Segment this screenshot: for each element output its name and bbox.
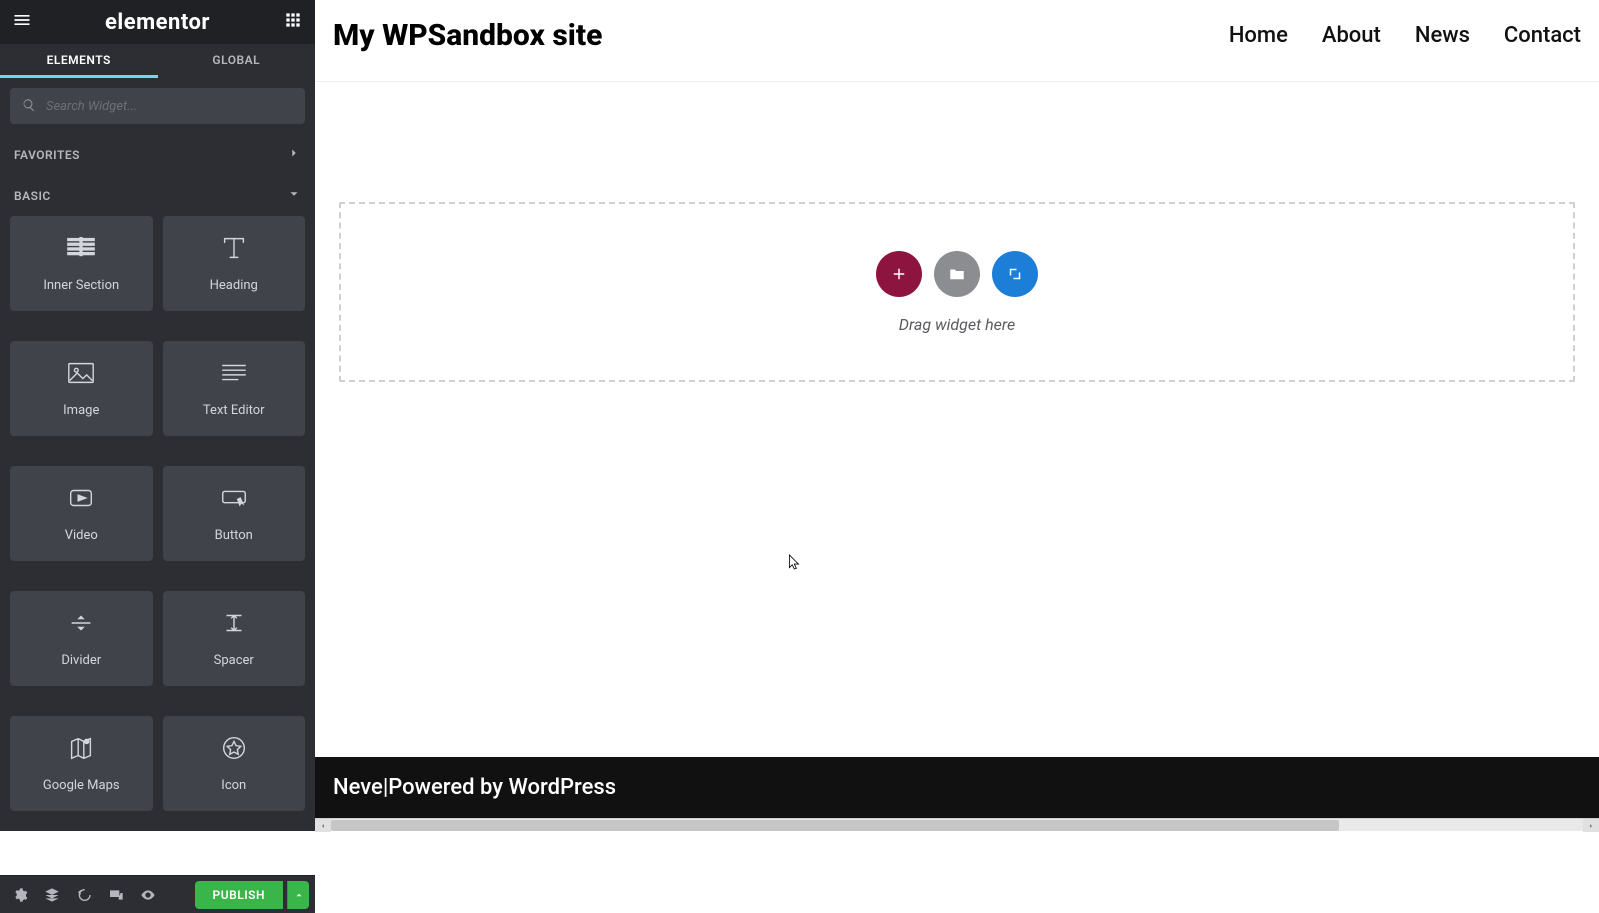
widget-video[interactable]: Video [10, 466, 153, 561]
panel-tabs: ELEMENTS GLOBAL [0, 44, 315, 78]
category-basic[interactable]: BASIC [0, 175, 315, 216]
preview-icon[interactable] [134, 881, 162, 909]
tab-global[interactable]: GLOBAL [158, 44, 316, 78]
widget-label: Divider [61, 653, 101, 668]
widget-image[interactable]: Image [10, 341, 153, 436]
template-library-button[interactable] [934, 251, 980, 297]
history-icon[interactable] [70, 881, 98, 909]
widgets-grid: Inner Section Heading Image Text Editor … [0, 216, 315, 831]
widget-label: Button [215, 528, 253, 543]
elementor-logo: elementor [105, 10, 210, 35]
search-icon [22, 97, 36, 116]
site-title[interactable]: My WPSandbox site [333, 18, 602, 53]
navigator-icon[interactable] [38, 881, 66, 909]
grid-apps-icon[interactable] [283, 10, 303, 34]
search-input[interactable] [46, 99, 293, 114]
chevron-right-icon [287, 146, 301, 163]
category-label: BASIC [14, 189, 51, 203]
publish-options-button[interactable] [287, 881, 309, 909]
footer-text: Powered by WordPress [388, 775, 616, 800]
widget-label: Image [63, 403, 99, 418]
heading-icon [219, 234, 249, 266]
widget-label: Icon [221, 778, 246, 793]
publish-button[interactable]: PUBLISH [195, 881, 283, 909]
elementor-panel: elementor ELEMENTS GLOBAL FAVORITES BASI… [0, 0, 315, 831]
nav-news[interactable]: News [1415, 23, 1470, 48]
nav-home[interactable]: Home [1229, 23, 1288, 48]
nav-about[interactable]: About [1322, 23, 1381, 48]
widget-heading[interactable]: Heading [163, 216, 306, 311]
scroll-left-icon[interactable] [315, 819, 331, 832]
scroll-right-icon[interactable] [1583, 819, 1599, 832]
hamburger-icon[interactable] [12, 10, 32, 34]
video-icon [66, 484, 96, 516]
button-icon [219, 484, 249, 516]
section-dropzone[interactable]: Drag widget here [339, 202, 1575, 382]
panel-header: elementor [0, 0, 315, 44]
inner-section-icon [66, 234, 96, 266]
search-widget-box[interactable] [10, 88, 305, 124]
widget-divider[interactable]: Divider [10, 591, 153, 686]
site-preview: My WPSandbox site Home About News Contac… [315, 0, 1599, 818]
category-favorites[interactable]: FAVORITES [0, 134, 315, 175]
add-container-button[interactable] [992, 251, 1038, 297]
widget-button[interactable]: Button [163, 466, 306, 561]
divider-icon [66, 609, 96, 641]
widget-inner-section[interactable]: Inner Section [10, 216, 153, 311]
site-header: My WPSandbox site Home About News Contac… [315, 0, 1599, 82]
nav-contact[interactable]: Contact [1504, 23, 1581, 48]
widget-label: Google Maps [43, 778, 120, 793]
dropzone-hint: Drag widget here [899, 315, 1015, 334]
widget-icon[interactable]: Icon [163, 716, 306, 811]
add-section-button[interactable] [876, 251, 922, 297]
tab-elements[interactable]: ELEMENTS [0, 44, 158, 78]
responsive-icon[interactable] [102, 881, 130, 909]
settings-icon[interactable] [6, 881, 34, 909]
widget-label: Text Editor [203, 403, 265, 418]
text-editor-icon [219, 359, 249, 391]
footer-theme-link[interactable]: Neve [333, 775, 383, 800]
image-icon [66, 359, 96, 391]
chevron-down-icon [287, 187, 301, 204]
star-icon [219, 734, 249, 766]
panel-bottom-bar: PUBLISH [0, 875, 315, 913]
category-label: FAVORITES [14, 148, 80, 162]
horizontal-scrollbar[interactable] [315, 818, 1599, 831]
site-nav: Home About News Contact [1229, 23, 1581, 48]
widget-spacer[interactable]: Spacer [163, 591, 306, 686]
scroll-thumb[interactable] [331, 820, 1339, 831]
widget-label: Spacer [214, 653, 254, 668]
widget-label: Inner Section [43, 278, 119, 293]
widget-label: Video [65, 528, 98, 543]
widget-label: Heading [210, 278, 258, 293]
widget-google-maps[interactable]: Google Maps [10, 716, 153, 811]
site-footer: Neve | Powered by WordPress [315, 757, 1599, 818]
widget-text-editor[interactable]: Text Editor [163, 341, 306, 436]
map-icon [66, 734, 96, 766]
dropzone-actions [876, 251, 1038, 297]
spacer-icon [219, 609, 249, 641]
